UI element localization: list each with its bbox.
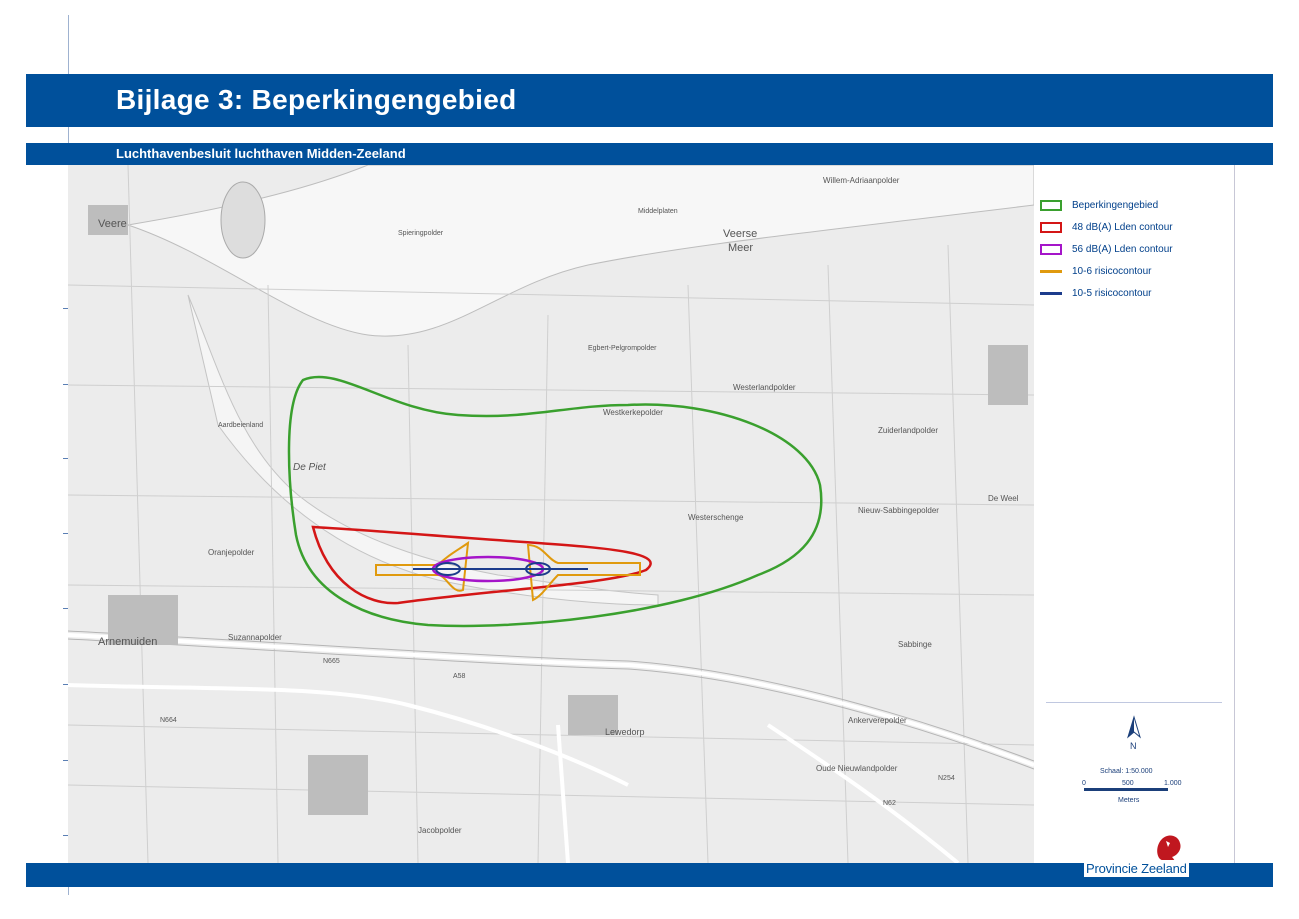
map-label-arnemuiden: Arnemuiden	[98, 636, 157, 648]
map-label-oranjepolder: Oranjepolder	[208, 548, 255, 557]
legend-panel: Beperkingengebied 48 dB(A) Lden contour …	[1034, 165, 1235, 873]
map-label-veerse: Veerse	[723, 228, 757, 240]
legend-swatch	[1040, 199, 1062, 211]
legend-item-beperkingengebied: Beperkingengebied	[1040, 197, 1158, 213]
north-arrow-icon: N	[1127, 715, 1141, 751]
legend-label: Beperkingengebied	[1072, 199, 1159, 211]
legend-label: 10-6 risicocontour	[1072, 265, 1152, 277]
map-area[interactable]: Veere Veerse Meer Arnemuiden Lewedorp We…	[68, 165, 1034, 863]
map-label-n664: N664	[160, 717, 177, 724]
map-label-de-weel: De Weel	[988, 494, 1019, 503]
subtitle-band: Luchthavenbesluit luchthaven Midden-Zeel…	[26, 143, 1273, 165]
legend-swatch	[1040, 243, 1062, 255]
legend-item-56-db: 56 dB(A) Lden contour	[1040, 241, 1173, 257]
map-label-n665: N665	[323, 658, 340, 665]
map-label-westerlandpolder: Westerlandpolder	[733, 383, 796, 392]
page-title: Bijlage 3: Beperkingengebied	[116, 84, 517, 115]
map-label-meer: Meer	[728, 242, 753, 254]
legend-swatch	[1040, 221, 1062, 233]
scale-ratio: Schaal: 1:50.000	[1100, 768, 1153, 775]
map-canvas[interactable]: Veere Veerse Meer Arnemuiden Lewedorp We…	[68, 165, 1034, 863]
legend-item-10-5: 10-5 risicocontour	[1040, 285, 1151, 301]
map-label-nieuw-sabbinge: Nieuw-Sabbingepolder	[858, 506, 939, 515]
legend-label: 56 dB(A) Lden contour	[1072, 243, 1173, 255]
legend-separator	[1046, 702, 1222, 703]
north-label: N	[1130, 741, 1137, 751]
map-label-ankerverepolder: Ankerverepolder	[848, 716, 907, 725]
legend-label: 48 dB(A) Lden contour	[1072, 221, 1173, 233]
legend-swatch	[1040, 291, 1062, 295]
legend-divider	[1234, 165, 1235, 863]
title-band: Bijlage 3: Beperkingengebied	[26, 74, 1273, 127]
map-label-zuiderlandpolder: Zuiderlandpolder	[878, 426, 938, 435]
scale-unit: Meters	[1118, 797, 1140, 804]
north-arrow: N	[1124, 715, 1144, 756]
map-label-spieringpolder: Spieringpolder	[398, 230, 444, 237]
map-label-n254: N254	[938, 775, 955, 782]
island	[220, 181, 266, 259]
legend-item-48-db: 48 dB(A) Lden contour	[1040, 219, 1173, 235]
legend-item-10-6: 10-6 risicocontour	[1040, 263, 1151, 279]
legend-swatch	[1040, 269, 1062, 273]
map-label-willem-adriaan: Willem-Adriaanpolder	[823, 176, 900, 185]
map-label-egbert: Egbert-Pelgrompolder	[588, 345, 657, 352]
page-subtitle: Luchthavenbesluit luchthaven Midden-Zeel…	[116, 146, 406, 161]
legend-label: 10-5 risicocontour	[1072, 287, 1152, 299]
scale-bar-line	[1084, 788, 1168, 791]
map-label-lewedorp: Lewedorp	[605, 727, 645, 737]
map-label-a58: A58	[453, 673, 466, 680]
map-label-n62: N62	[883, 800, 896, 807]
map-label-suzannapolder: Suzannapolder	[228, 633, 282, 642]
map-label-aardbeienland: Aardbeienland	[218, 422, 263, 429]
scale-tick: 1.000	[1164, 780, 1182, 787]
map-label-de-piet: De Piet	[293, 462, 327, 473]
map-label-westerschenge: Westerschenge	[688, 513, 744, 522]
scale-tick: 500	[1122, 780, 1134, 787]
map-label-veere: Veere	[98, 218, 127, 230]
map-label-oude-nieuwland: Oude Nieuwlandpolder	[816, 764, 898, 773]
scale-tick: 0	[1082, 780, 1086, 787]
logo-text: Provincie Zeeland	[1084, 860, 1189, 877]
map-label-westkerkepolder: Westkerkepolder	[603, 408, 663, 417]
map-label-jacobpolder: Jacobpolder	[418, 826, 462, 835]
map-label-middelplaten: Middelplaten	[638, 208, 678, 215]
logo-underline	[1084, 878, 1186, 880]
map-label-sabbinge: Sabbinge	[898, 640, 932, 649]
